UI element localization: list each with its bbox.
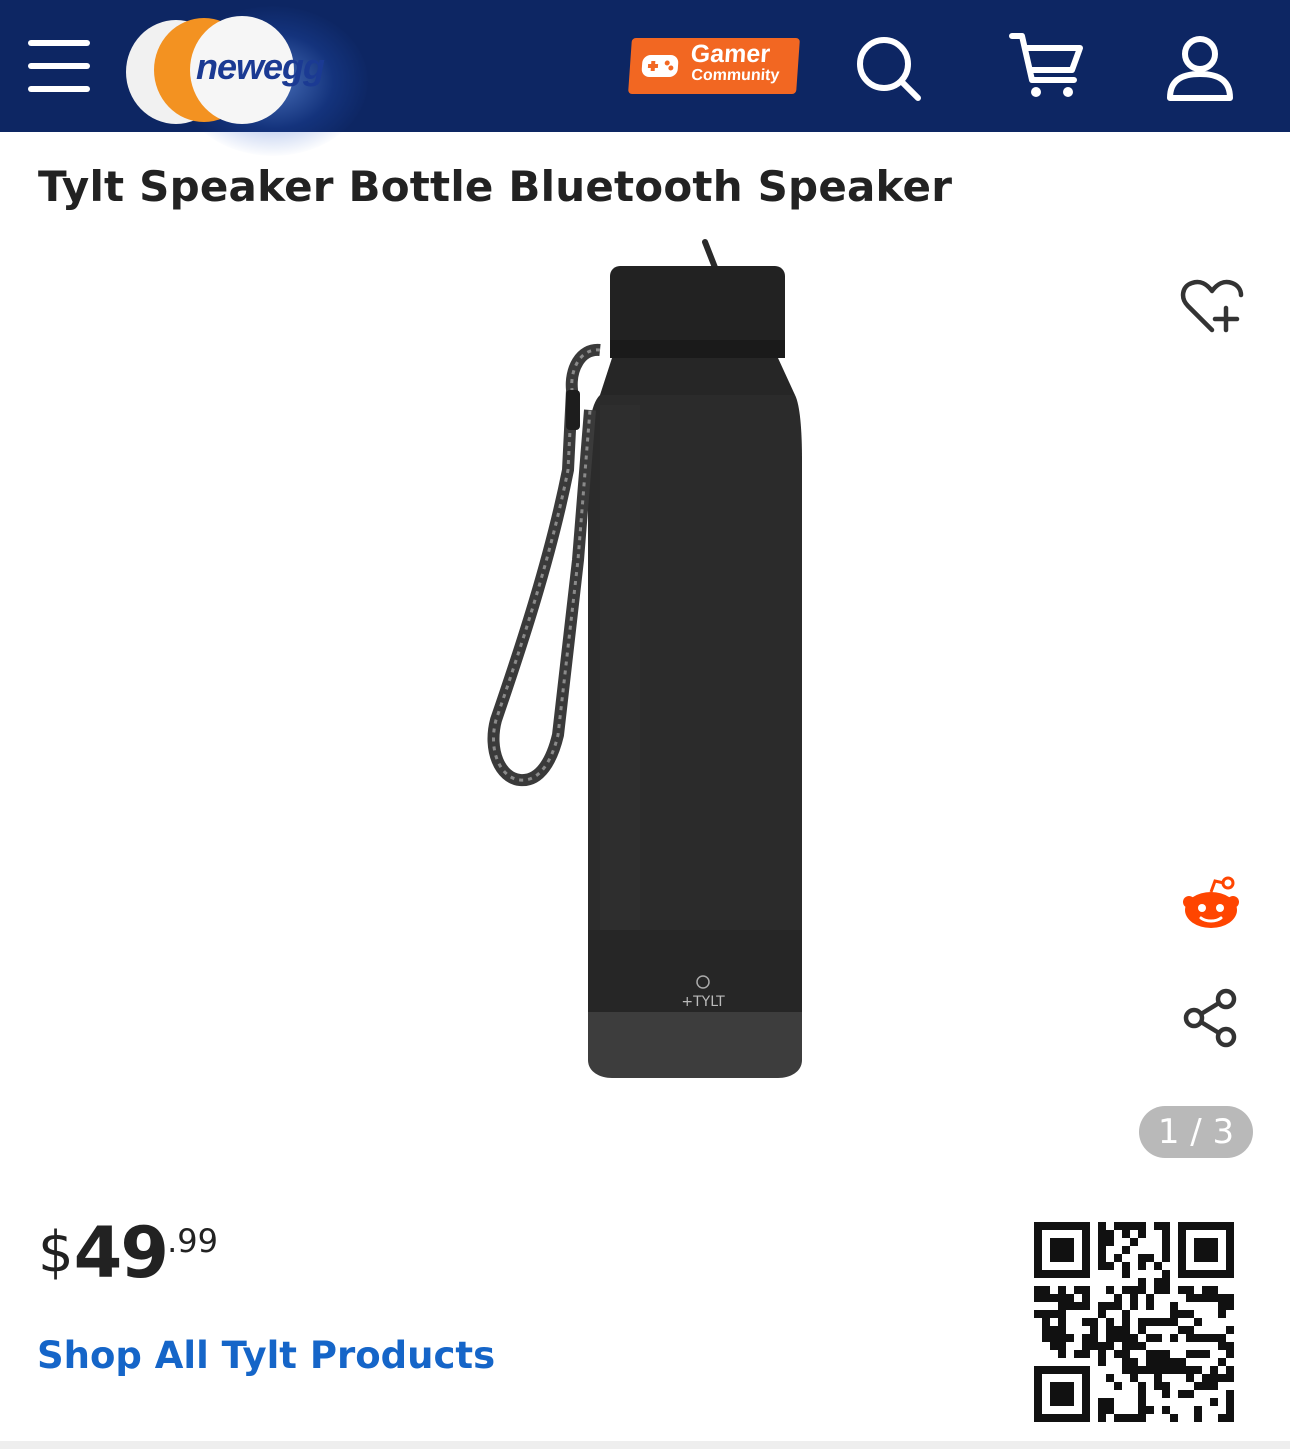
price-cents: .99 — [167, 1222, 218, 1260]
top-navigation-bar: newegg Gamer Community — [0, 0, 1290, 156]
menu-icon[interactable] — [28, 38, 90, 94]
bottom-divider — [0, 1441, 1290, 1449]
menu-line — [28, 63, 90, 69]
wishlist-add-icon[interactable] — [1180, 278, 1244, 336]
product-title: Tylt Speaker Bottle Bluetooth Speaker — [38, 162, 953, 211]
search-icon[interactable] — [852, 32, 924, 104]
newegg-logo[interactable]: newegg — [118, 6, 368, 156]
logo-wordmark: newegg — [196, 46, 325, 87]
product-price: $49.99 — [38, 1212, 218, 1294]
product-brand-label: +TYLT — [681, 994, 725, 1010]
gamepad-icon — [641, 55, 679, 77]
price-currency: $ — [38, 1220, 74, 1285]
gamer-badge-line1: Gamer — [689, 40, 772, 68]
gallery-counter: 1 / 3 — [1139, 1106, 1253, 1158]
cart-icon[interactable] — [1008, 30, 1084, 102]
product-image[interactable]: +TYLT — [460, 230, 830, 1090]
shop-all-link[interactable]: Shop All Tylt Products — [37, 1334, 495, 1377]
qr-code — [1034, 1222, 1234, 1422]
gamer-community-button[interactable]: Gamer Community — [628, 38, 800, 94]
account-icon[interactable] — [1164, 32, 1236, 104]
menu-line — [28, 40, 90, 46]
menu-line — [28, 86, 90, 92]
reddit-icon[interactable] — [1180, 876, 1242, 932]
share-icon[interactable] — [1182, 988, 1240, 1048]
gamer-badge-line2: Community — [690, 67, 780, 84]
price-dollars: 49 — [73, 1212, 169, 1294]
